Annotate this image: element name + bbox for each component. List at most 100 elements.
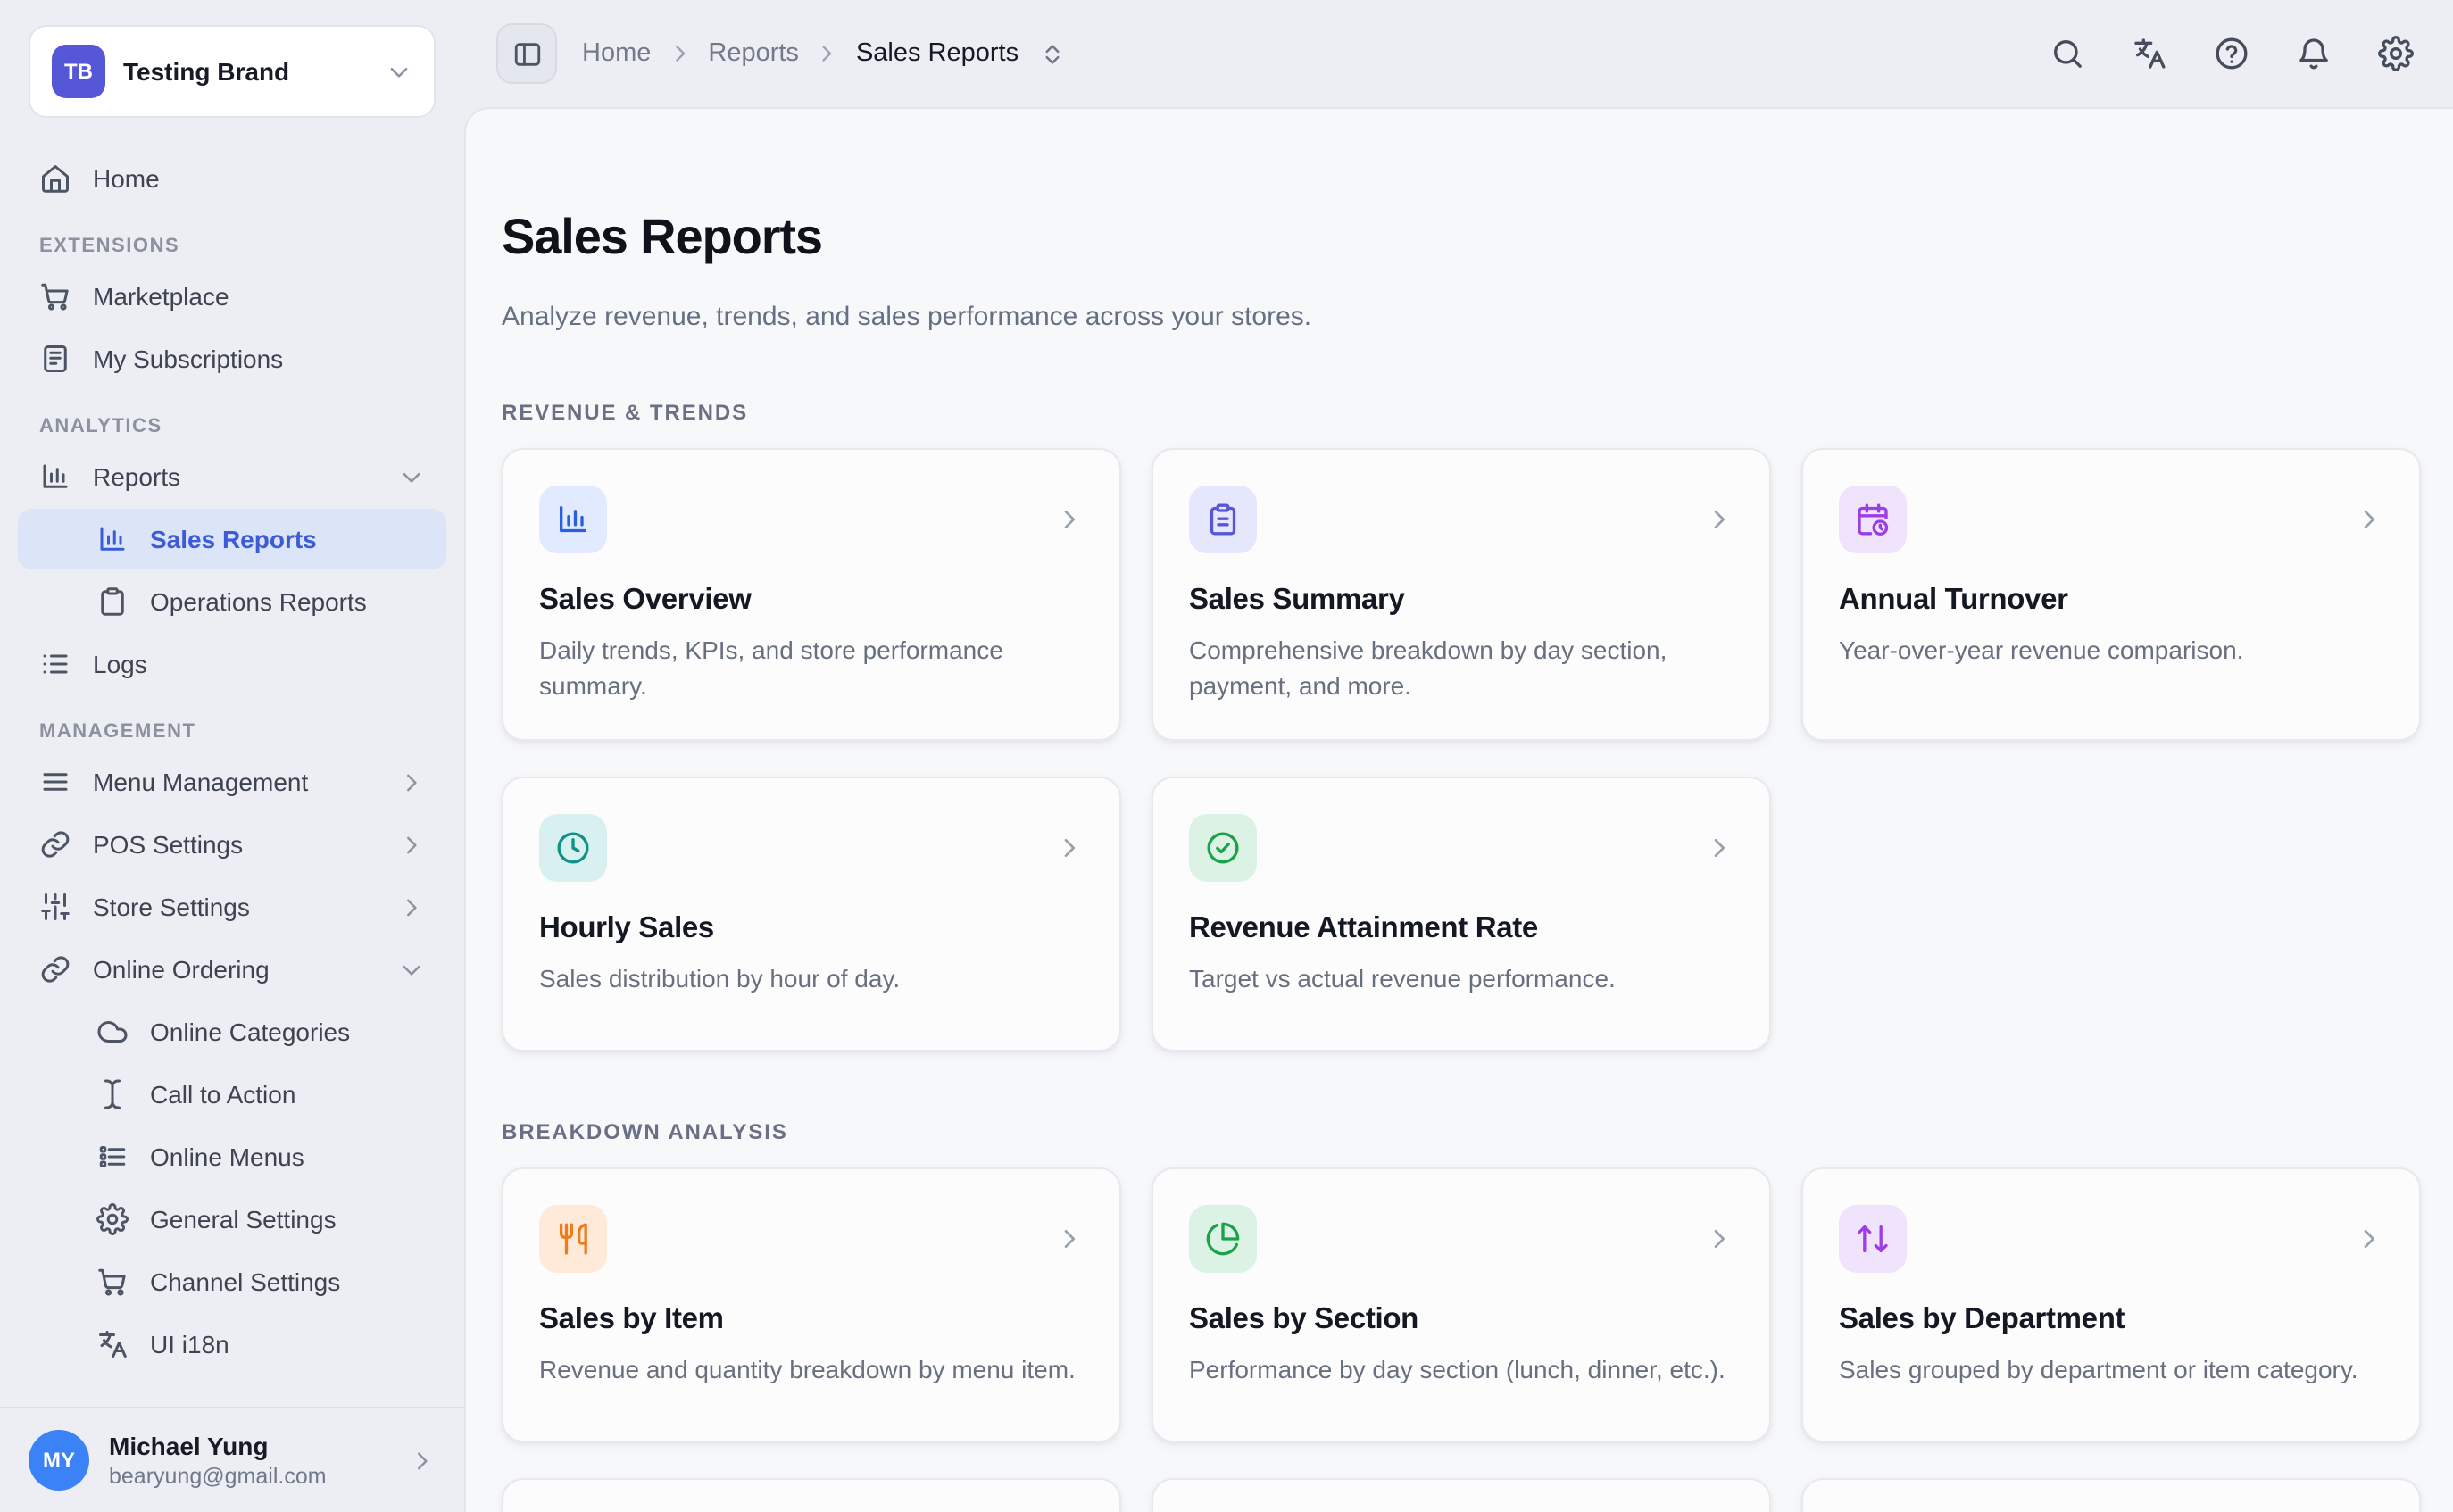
card-description: Sales grouped by department or item cate…: [1839, 1351, 2383, 1388]
section-header-management: MANAGEMENT: [39, 721, 425, 743]
link-icon: [39, 953, 71, 985]
content-panel: Sales Reports Analyze revenue, trends, a…: [464, 107, 2453, 1512]
user-menu[interactable]: MY Michael Yung bearyung@gmail.com: [0, 1407, 464, 1512]
card-description: Revenue and quantity breakdown by menu i…: [539, 1351, 1084, 1388]
page-subtitle: Analyze revenue, trends, and sales perfo…: [502, 301, 2421, 331]
list-checks-icon: [96, 1141, 129, 1173]
card-description: Comprehensive breakdown by day section, …: [1189, 631, 1734, 703]
translate-icon[interactable]: [2132, 36, 2167, 71]
chevron-right-icon: [398, 831, 425, 858]
card-title: Revenue Attainment Rate: [1189, 912, 1734, 946]
breakdown-analysis-cards: Sales by Item Revenue and quantity break…: [502, 1167, 2421, 1512]
card-sales-by-section[interactable]: Sales by Section Performance by day sect…: [1152, 1167, 1771, 1442]
brand-selector[interactable]: TB Testing Brand: [29, 25, 436, 118]
sidebar-item-general-settings[interactable]: General Settings: [18, 1189, 446, 1250]
bell-icon[interactable]: [2296, 36, 2332, 71]
home-icon: [39, 162, 71, 195]
chart-column-icon: [39, 461, 71, 493]
sidebar-item-label: Online Categories: [150, 1014, 350, 1050]
chevron-right-icon: [1705, 834, 1734, 862]
sidebar-item-marketplace[interactable]: Marketplace: [18, 266, 446, 327]
brand-name: Testing Brand: [123, 57, 368, 86]
section-header-extensions: EXTENSIONS: [39, 236, 425, 257]
sidebar-toggle-button[interactable]: [496, 23, 557, 84]
sidebar-item-online-menus[interactable]: Online Menus: [18, 1126, 446, 1187]
search-icon[interactable]: [2050, 36, 2085, 71]
sidebar-item-label: Logs: [93, 646, 147, 682]
user-avatar: MY: [29, 1430, 89, 1491]
gear-icon[interactable]: [2378, 36, 2414, 71]
list-icon: [39, 648, 71, 680]
circle-check-icon: [1189, 814, 1257, 882]
sidebar-item-home[interactable]: Home: [18, 148, 446, 209]
sliders-icon: [39, 891, 71, 923]
card-title: Annual Turnover: [1839, 583, 2383, 617]
chevron-right-icon: [409, 1447, 436, 1474]
chart-column-icon: [96, 523, 129, 555]
card-revenue-attainment[interactable]: Revenue Attainment Rate Target vs actual…: [1152, 777, 1771, 1051]
card-sales-by-item[interactable]: Sales by Item Revenue and quantity break…: [502, 1167, 1121, 1442]
breadcrumb-current: Sales Reports: [856, 39, 1019, 68]
chevron-right-icon: [1055, 834, 1084, 862]
arrows-up-down-icon: [1839, 1205, 1907, 1273]
sidebar-item-reports[interactable]: Reports: [18, 446, 446, 507]
chevron-right-icon: [1055, 504, 1084, 533]
card-title: Sales by Section: [1189, 1303, 1734, 1337]
breadcrumb-home[interactable]: Home: [582, 39, 651, 68]
sidebar-item-label: General Settings: [150, 1201, 337, 1237]
card-sales-by-discount[interactable]: Sales by Discount: [502, 1478, 1121, 1512]
section-label-revenue-trends: REVENUE & TRENDS: [502, 399, 2421, 424]
sidebar-item-subscriptions[interactable]: My Subscriptions: [18, 328, 446, 389]
sidebar-item-menu-management[interactable]: Menu Management: [18, 752, 446, 812]
sidebar-item-pos-settings[interactable]: POS Settings: [18, 814, 446, 875]
breadcrumb-reports[interactable]: Reports: [708, 39, 799, 68]
chevron-right-icon: [667, 41, 692, 66]
chevron-right-icon: [398, 893, 425, 920]
sidebar-item-logs[interactable]: Logs: [18, 634, 446, 694]
sidebar-item-ui-i18n[interactable]: UI i18n: [18, 1314, 446, 1375]
topbar-actions: [2050, 36, 2414, 71]
sidebar-item-label: POS Settings: [93, 827, 243, 862]
sidebar-item-label: Store Settings: [93, 889, 250, 925]
breadcrumb: Home Reports Sales Reports: [582, 39, 1065, 68]
sidebar-item-call-to-action[interactable]: Call to Action: [18, 1064, 446, 1125]
help-icon[interactable]: [2214, 36, 2249, 71]
sidebar-item-label: Home: [93, 161, 160, 196]
user-name: Michael Yung: [109, 1430, 389, 1462]
brand-avatar: TB: [52, 45, 105, 98]
card-hourly-sales[interactable]: Hourly Sales Sales distribution by hour …: [502, 777, 1121, 1051]
calendar-clock-icon: [1839, 485, 1907, 552]
card-sales-by-department[interactable]: Sales by Department Sales grouped by dep…: [1801, 1167, 2421, 1442]
chevron-down-icon: [398, 463, 425, 490]
pie-chart-icon: [1189, 1205, 1257, 1273]
sidebar-item-store-settings[interactable]: Store Settings: [18, 876, 446, 937]
sidebar-item-channel-settings[interactable]: Channel Settings: [18, 1251, 446, 1312]
link-icon: [39, 828, 71, 860]
sidebar-item-label: Online Ordering: [93, 951, 270, 987]
topbar: Home Reports Sales Reports: [464, 0, 2453, 107]
sidebar-item-label: My Subscriptions: [93, 341, 283, 377]
sidebar-item-online-categories[interactable]: Online Categories: [18, 1001, 446, 1062]
card-description: Performance by day section (lunch, dinne…: [1189, 1351, 1734, 1388]
card-annual-turnover[interactable]: Annual Turnover Year-over-year revenue c…: [1801, 447, 2421, 741]
sidebar-item-operations-reports[interactable]: Operations Reports: [18, 571, 446, 632]
panel-left-icon: [511, 38, 542, 69]
card-sales-summary[interactable]: Sales Summary Comprehensive breakdown by…: [1152, 447, 1771, 741]
card-title: Sales by Department: [1839, 1303, 2383, 1337]
user-email: bearyung@gmail.com: [109, 1462, 389, 1491]
chevron-right-icon: [2355, 1225, 2383, 1253]
sidebar-item-sales-reports[interactable]: Sales Reports: [18, 509, 446, 569]
sidebar-item-online-ordering[interactable]: Online Ordering: [18, 939, 446, 1000]
chart-column-icon: [539, 485, 607, 552]
chevron-down-icon: [398, 956, 425, 983]
card-sales-by-payment-method[interactable]: Sales by Payment Method: [1801, 1478, 2421, 1512]
card-sales-by-modifier[interactable]: Sales by Modifier: [1152, 1478, 1771, 1512]
card-description: Year-over-year revenue comparison.: [1839, 631, 2383, 668]
chevron-right-icon: [1055, 1225, 1084, 1253]
chevron-right-icon: [2355, 504, 2383, 533]
shopping-cart-icon: [39, 280, 71, 312]
sidebar-item-label: Sales Reports: [150, 521, 317, 557]
card-title: Sales Overview: [539, 583, 1084, 617]
chevrons-up-down-icon[interactable]: [1038, 40, 1065, 67]
card-sales-overview[interactable]: Sales Overview Daily trends, KPIs, and s…: [502, 447, 1121, 741]
